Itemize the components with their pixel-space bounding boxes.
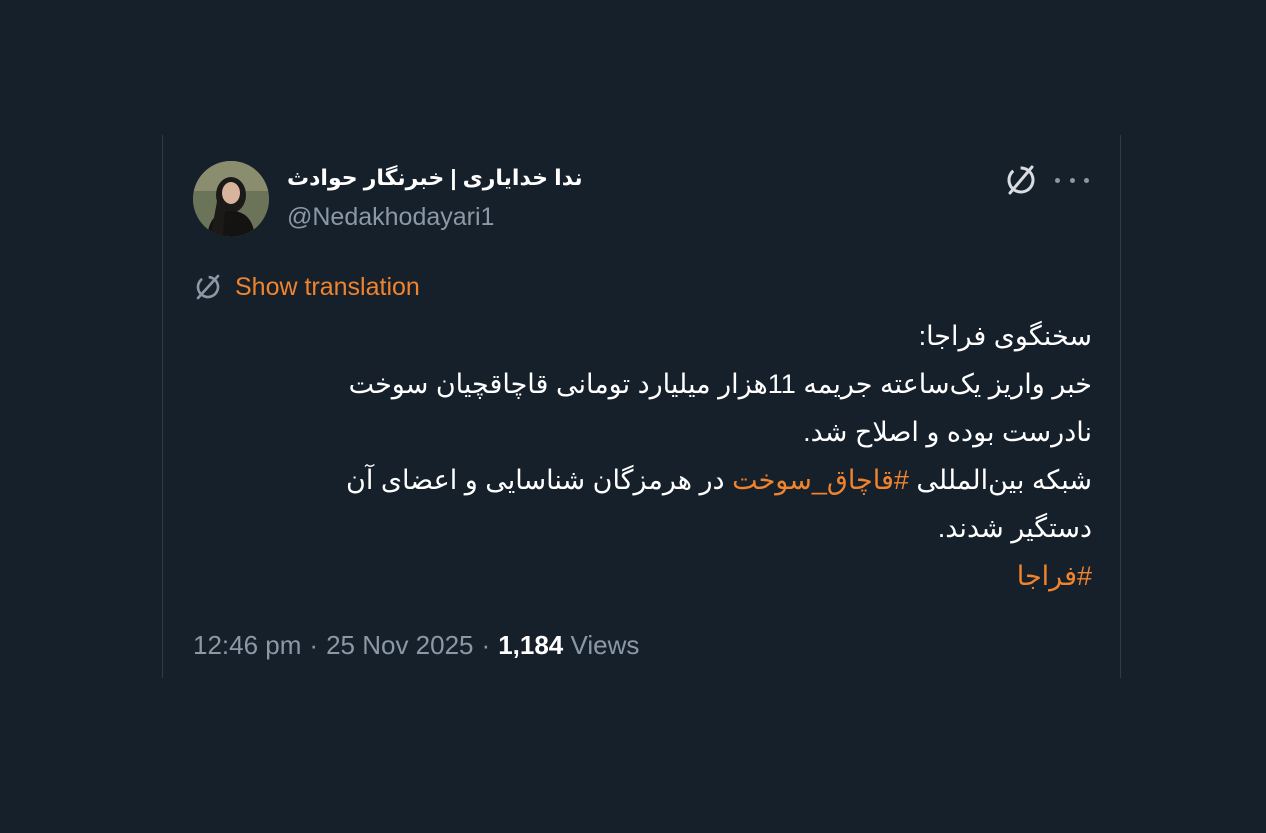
profile-photo [193, 161, 269, 237]
hashtag-link[interactable]: #قاچاق_سوخت [732, 465, 909, 495]
hashtag-link[interactable]: #فراجا [200, 552, 1092, 600]
separator: · [481, 629, 491, 660]
more-options-icon[interactable] [1055, 168, 1089, 192]
translate-icon[interactable] [1003, 162, 1039, 198]
tweet-line: دستگیر شدند. [937, 513, 1092, 543]
views-count: 1,184 [498, 629, 564, 660]
show-translation-button[interactable]: Show translation [193, 270, 420, 304]
separator: · [309, 629, 319, 660]
avatar[interactable] [193, 161, 269, 237]
author-handle[interactable]: @Nedakhodayari1 [287, 203, 494, 232]
tweet-text-fragment: در هرمزگان شناسایی و اعضای آن [345, 465, 733, 495]
tweet-text: سخنگوی فراجا: خبر واریز یک‌ساعته جریمه 1… [200, 312, 1092, 600]
views-label: Views [570, 629, 640, 660]
tweet-line: خبر واریز یک‌ساعته جریمه 11هزار میلیارد … [348, 369, 1092, 399]
translate-icon [196, 274, 220, 300]
tweet-line: سخنگوی فراجا: [918, 321, 1092, 351]
show-translation-label: Show translation [235, 272, 420, 301]
tweet-time[interactable]: 12:46 pm [193, 630, 301, 661]
tweet-date[interactable]: 25 Nov 2025 [326, 630, 473, 661]
tweet-line: شبکه بین‌المللی #قاچاق_سوخت در هرمزگان ش… [200, 456, 1092, 504]
tweet-line: نادرست بوده و اصلاح شد. [803, 417, 1092, 447]
tweet-meta: 12:46 pm · 25 Nov 2025 · 1,184 Views [193, 627, 639, 663]
author-display-name[interactable]: ندا خدایاری | خبرنگار حوادث [287, 165, 583, 191]
tweet-text-fragment: شبکه بین‌المللی [908, 465, 1092, 495]
